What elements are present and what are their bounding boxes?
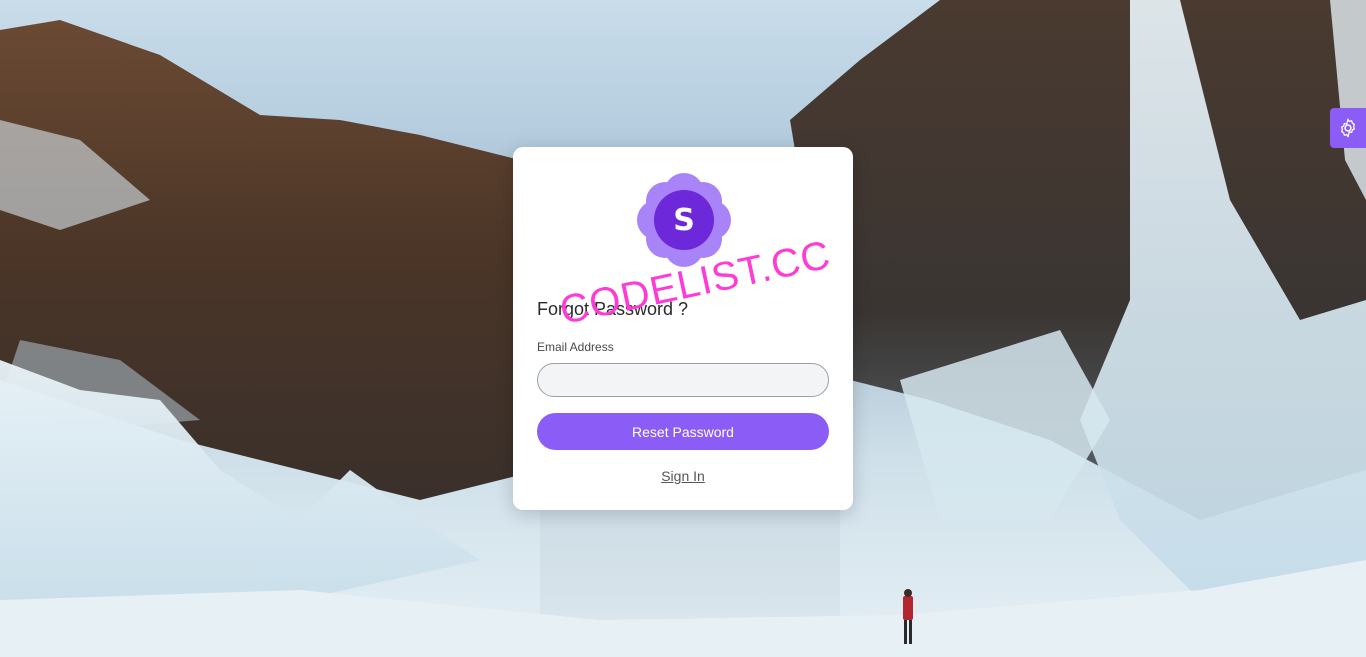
logo-letter: S <box>673 202 695 238</box>
forgot-password-card: S Forgot Password ? Email Address Reset … <box>513 147 853 510</box>
reset-password-button[interactable]: Reset Password <box>537 413 829 450</box>
brand-logo: S <box>637 173 731 267</box>
page: S Forgot Password ? Email Address Reset … <box>0 0 1366 657</box>
email-field[interactable] <box>537 363 829 397</box>
gear-icon <box>1340 118 1356 138</box>
sign-in-link[interactable]: Sign In <box>513 468 853 484</box>
page-title: Forgot Password ? <box>537 299 689 319</box>
email-label: Email Address <box>537 340 614 354</box>
settings-button[interactable] <box>1330 108 1366 148</box>
